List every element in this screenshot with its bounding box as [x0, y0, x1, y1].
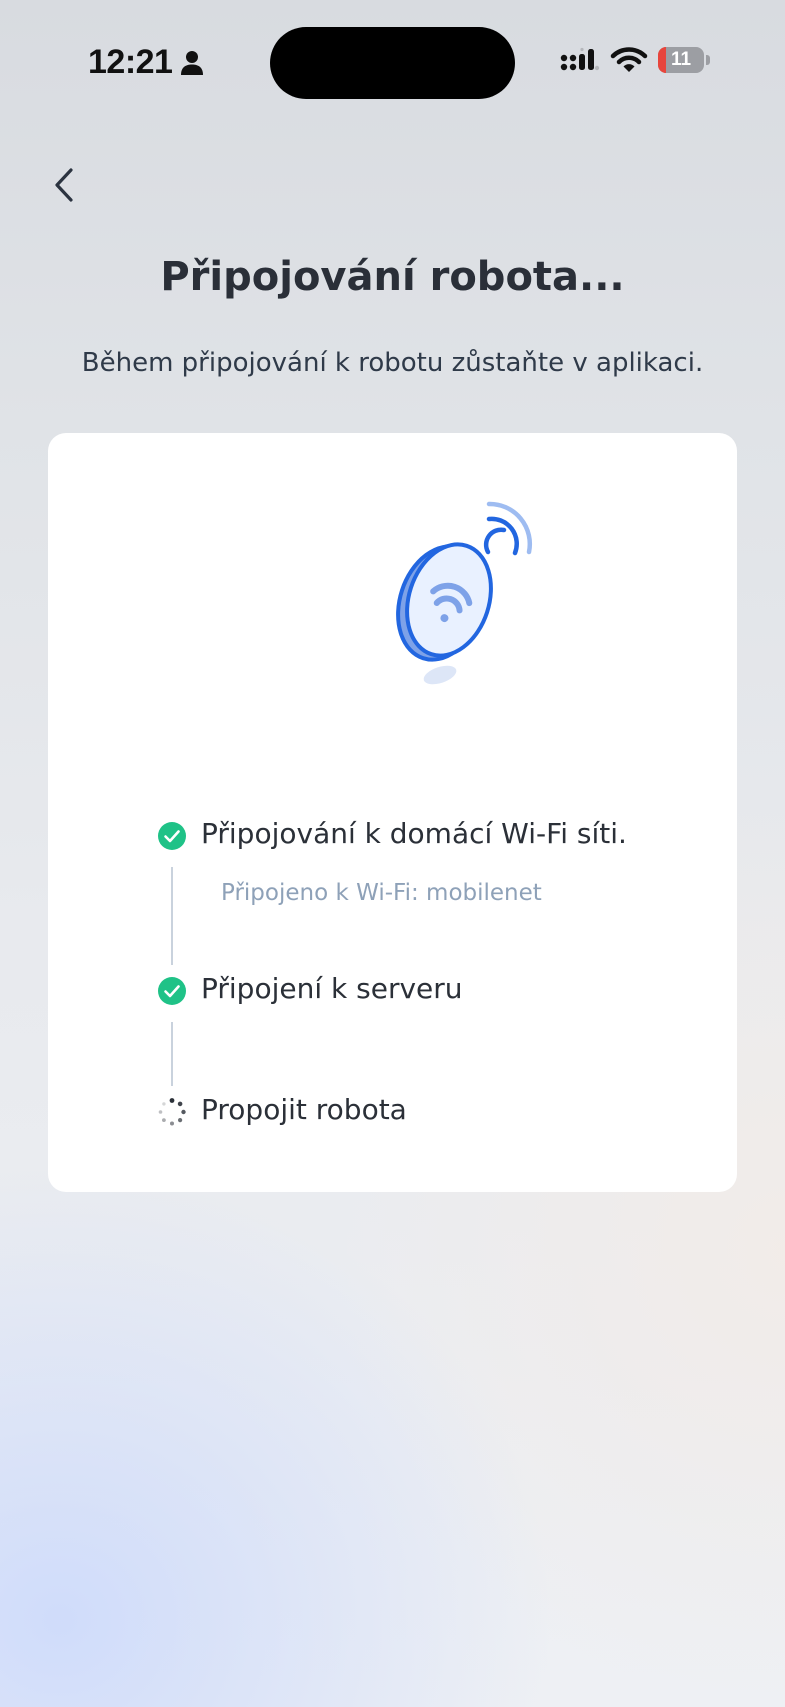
status-indicators: 11 — [560, 46, 710, 74]
battery-cap — [706, 55, 710, 65]
page-title: Připojování robota... — [160, 254, 625, 300]
connection-card: Připojování k domácí Wi-Fi síti. Připoje… — [48, 433, 737, 1192]
battery-icon: 11 — [658, 47, 710, 73]
check-circle-icon — [158, 822, 186, 850]
step-connector — [171, 1022, 173, 1086]
wifi-icon — [610, 47, 648, 72]
status-bar: 12:21 11 — [0, 0, 785, 120]
connection-steps: Připojování k domácí Wi-Fi síti. Připoje… — [48, 433, 737, 1192]
check-circle-icon — [158, 977, 186, 1005]
back-button[interactable] — [44, 160, 84, 210]
step-label-wifi: Připojování k domácí Wi-Fi síti. — [201, 817, 627, 850]
page-subtitle: Během připojování k robotu zůstaňte v ap… — [81, 348, 704, 378]
battery-body: 11 — [658, 47, 704, 73]
signal-icon — [560, 47, 600, 71]
status-time-group: 12:21 — [88, 43, 204, 82]
status-time: 12:21 — [88, 43, 173, 81]
dynamic-island — [270, 27, 515, 99]
chevron-left-icon — [55, 168, 73, 202]
step-label-robot: Propojit robota — [201, 1093, 407, 1126]
step-label-server: Připojení k serveru — [201, 972, 463, 1005]
step-detail-wifi: Připojeno k Wi-Fi: mobilenet — [221, 880, 542, 906]
person-icon — [181, 50, 204, 75]
battery-level: 11 — [670, 49, 692, 70]
loading-spinner-icon — [158, 1098, 186, 1126]
step-connector — [171, 867, 173, 965]
